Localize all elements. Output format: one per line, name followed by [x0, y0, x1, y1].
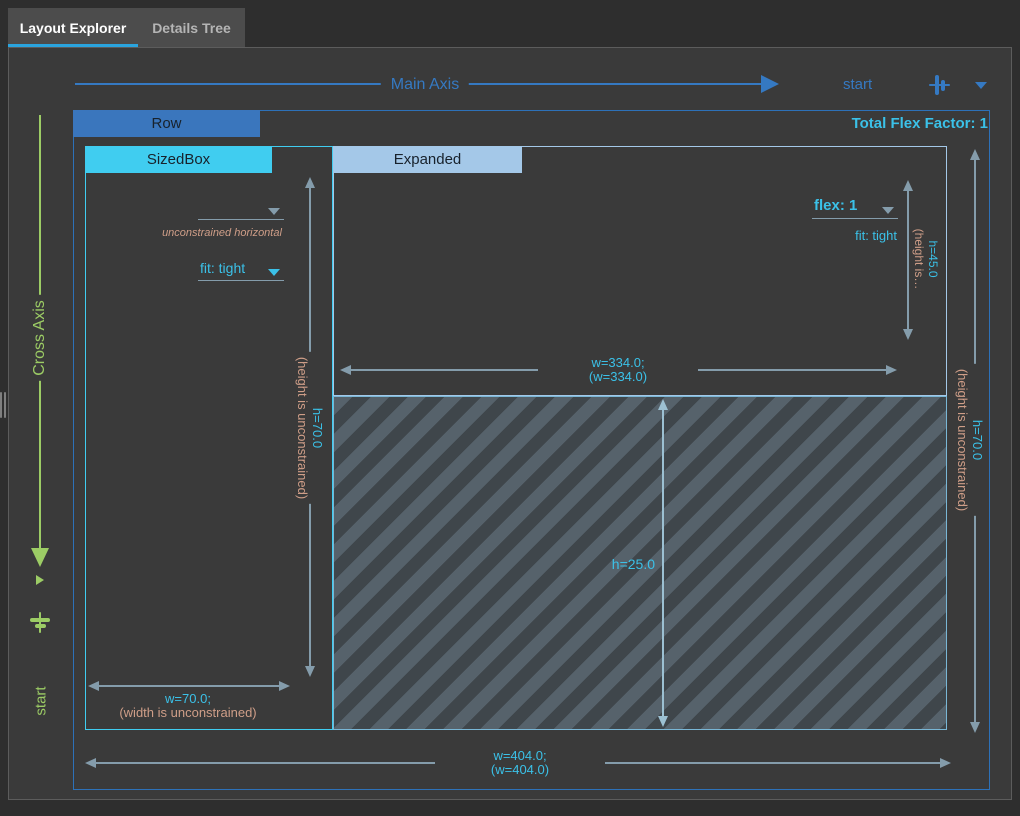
sizedbox-fit-dropdown-chevron-icon — [268, 269, 280, 276]
free-space-height-label: h=25.0 — [575, 556, 655, 572]
expanded-title: Expanded — [394, 151, 462, 168]
tab-layout-explorer-label: Layout Explorer — [20, 20, 127, 36]
expanded-flex-value: flex: 1 — [814, 197, 857, 214]
arrowhead-icon — [279, 681, 290, 691]
tab-bar: Layout Explorer Details Tree — [8, 8, 245, 47]
cross-axis-alignment-icon[interactable] — [28, 611, 52, 635]
sizedbox-title: SizedBox — [147, 151, 210, 168]
arrowhead-icon — [340, 365, 351, 375]
splitter-handle[interactable] — [0, 392, 9, 418]
sizedbox-size-dropdown[interactable] — [198, 196, 284, 220]
main-axis-label: Main Axis — [381, 76, 469, 94]
tab-details-tree[interactable]: Details Tree — [138, 8, 245, 47]
sizedbox-height-label: h=70.0 (height is unconstrained) — [294, 352, 326, 504]
layout-explorer-screen: Layout Explorer Details Tree Main Axis s… — [0, 0, 1020, 816]
arrowhead-icon — [903, 329, 913, 340]
arrowhead-icon — [970, 722, 980, 733]
cross-axis-alignment-dropdown-chevron-icon[interactable] — [36, 575, 44, 585]
main-axis-alignment-value[interactable]: start — [843, 76, 872, 93]
expanded-flex-dropdown-chevron-icon — [882, 207, 894, 214]
arrowhead-icon — [886, 365, 897, 375]
arrowhead-icon — [305, 666, 315, 677]
cross-axis-arrowhead-icon — [31, 548, 49, 567]
expanded-width-label: w=334.0; (w=334.0) — [538, 355, 698, 385]
active-tab-underline — [8, 44, 138, 47]
row-width-label: w=404.0; (w=404.0) — [435, 748, 605, 778]
arrowhead-icon — [903, 180, 913, 191]
arrowhead-icon — [305, 177, 315, 188]
arrowhead-icon — [88, 681, 99, 691]
expanded-flex-dropdown[interactable]: flex: 1 — [812, 194, 898, 219]
expanded-header[interactable]: Expanded — [333, 146, 522, 173]
cross-axis-label: Cross Axis — [30, 295, 50, 381]
main-axis-alignment-dropdown-chevron-icon[interactable] — [975, 82, 987, 89]
main-axis-arrowhead-icon — [761, 75, 779, 93]
total-flex-factor-label: Total Flex Factor: 1 — [760, 115, 988, 132]
sizedbox-fit-value: fit: tight — [200, 260, 245, 276]
free-space-height-arrow — [662, 407, 664, 717]
arrowhead-icon — [970, 149, 980, 160]
tab-details-tree-label: Details Tree — [152, 20, 231, 36]
expanded-fit-label: fit: tight — [812, 228, 897, 243]
arrowhead-icon — [85, 758, 96, 768]
main-axis-alignment-icon[interactable] — [928, 73, 952, 97]
tab-layout-explorer[interactable]: Layout Explorer — [8, 8, 138, 47]
cross-axis-alignment-value[interactable]: start — [33, 686, 50, 715]
row-height-label: h=70.0 (height is unconstrained) — [954, 364, 986, 516]
arrowhead-icon — [940, 758, 951, 768]
arrowhead-icon — [658, 716, 668, 727]
sizedbox-fit-dropdown[interactable]: fit: tight — [198, 253, 284, 281]
expanded-height-label: h=45.0 (height is… — [912, 229, 940, 290]
row-header[interactable]: Row — [73, 110, 260, 137]
sizedbox-size-dropdown-chevron-icon — [268, 208, 280, 215]
sizedbox-constraint-description: unconstrained horizontal — [112, 227, 332, 239]
arrowhead-icon — [658, 399, 668, 410]
expanded-height-arrow — [907, 188, 909, 332]
sizedbox-width-arrow — [99, 685, 279, 687]
sizedbox-width-label: w=70.0; (width is unconstrained) — [98, 692, 278, 720]
sizedbox-header[interactable]: SizedBox — [85, 146, 272, 173]
row-title: Row — [151, 115, 181, 132]
